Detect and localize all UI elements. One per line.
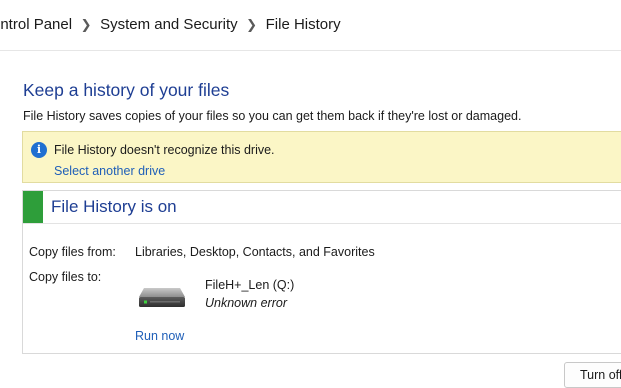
hard-drive-icon (139, 288, 185, 307)
turn-off-button[interactable]: Turn off (564, 362, 621, 388)
status-title: File History is on (51, 197, 177, 216)
run-now-link[interactable]: Run now (135, 329, 184, 343)
status-panel: File History is on Copy files from: Libr… (22, 190, 621, 354)
copy-from-label: Copy files from: (29, 245, 116, 259)
warning-message: File History doesn't recognize this driv… (54, 143, 275, 157)
chevron-right-icon[interactable]: ❯ (238, 17, 266, 33)
select-another-drive-link[interactable]: Select another drive (54, 164, 165, 178)
drive-error: Unknown error (205, 296, 287, 310)
page-description: File History saves copies of your files … (23, 109, 522, 123)
chevron-right-icon[interactable]: ❯ (72, 17, 100, 33)
breadcrumb: ontrol Panel ❯ System and Security ❯ Fil… (0, 16, 341, 33)
address-bar: ontrol Panel ❯ System and Security ❯ Fil… (0, 0, 621, 51)
breadcrumb-file-history[interactable]: File History (266, 16, 341, 33)
copy-to-label: Copy files to: (29, 270, 102, 284)
warning-banner: i File History doesn't recognize this dr… (22, 131, 621, 183)
copy-from-value: Libraries, Desktop, Contacts, and Favori… (135, 245, 375, 259)
breadcrumb-system-and-security[interactable]: System and Security (100, 16, 238, 33)
main-content: Keep a history of your files File Histor… (0, 51, 621, 388)
info-icon: i (31, 142, 47, 158)
page-title: Keep a history of your files (23, 80, 230, 100)
status-header: File History is on (23, 191, 621, 224)
drive-name: FileH+_Len (Q:) (205, 278, 295, 292)
status-indicator (23, 191, 43, 223)
breadcrumb-control-panel[interactable]: ontrol Panel (0, 16, 72, 33)
